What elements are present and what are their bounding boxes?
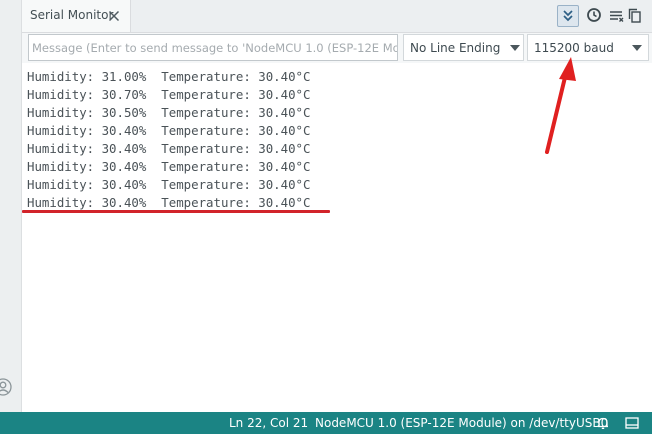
board-port-info[interactable]: NodeMCU 1.0 (ESP-12E Module) on /dev/tty…	[315, 416, 608, 430]
output-line: Humidity: 30.40% Temperature: 30.40°C	[27, 159, 311, 174]
close-icon[interactable]	[108, 10, 120, 22]
red-underline-annotation	[22, 210, 330, 213]
status-bar: Ln 22, Col 21 NodeMCU 1.0 (ESP-12E Modul…	[0, 412, 652, 434]
baud-rate-value: 115200 baud	[534, 41, 614, 55]
output-line: Humidity: 30.40% Temperature: 30.40°C	[27, 123, 311, 138]
output-line: Humidity: 30.40% Temperature: 30.40°C	[27, 141, 311, 156]
autoscroll-button[interactable]	[557, 5, 579, 27]
output-line: Humidity: 30.50% Temperature: 30.40°C	[27, 105, 311, 120]
copy-icon[interactable]	[625, 6, 645, 26]
autoscroll-icon	[563, 10, 573, 22]
tab-bar: Serial Monitor	[22, 0, 652, 33]
output-line: Humidity: 30.40% Temperature: 30.40°C	[27, 177, 311, 192]
tab-serial-monitor[interactable]: Serial Monitor	[22, 0, 131, 32]
clear-output-icon[interactable]	[607, 6, 627, 26]
output-line: Humidity: 30.70% Temperature: 30.40°C	[27, 87, 311, 102]
left-gutter	[0, 0, 22, 412]
chevron-down-icon	[510, 45, 520, 51]
line-ending-value: No Line Ending	[410, 41, 501, 55]
cursor-position[interactable]: Ln 22, Col 21	[229, 416, 308, 430]
message-input[interactable]	[28, 34, 398, 61]
line-ending-select[interactable]: No Line Ending	[403, 34, 524, 61]
bell-icon[interactable]	[596, 416, 610, 430]
red-arrow-annotation	[545, 57, 576, 154]
user-icon[interactable]	[0, 378, 12, 396]
panel-toggle-icon[interactable]	[625, 417, 639, 429]
tab-title: Serial Monitor	[30, 8, 114, 22]
timestamp-clock-icon[interactable]	[585, 6, 605, 26]
chevron-down-icon	[632, 45, 642, 51]
output-line: Humidity: 31.00% Temperature: 30.40°C	[27, 69, 311, 84]
